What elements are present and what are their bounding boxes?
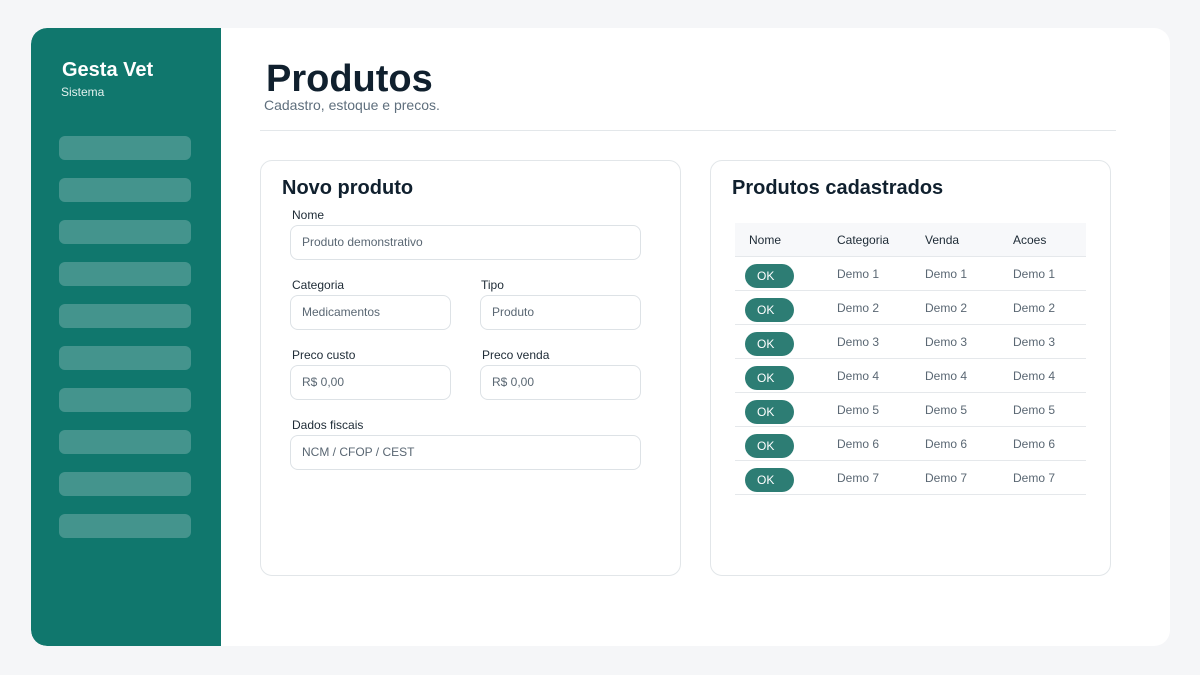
- table-row: OK Demo 6 Demo 6 Demo 6: [735, 427, 1086, 461]
- cell-categoria: Demo 7: [837, 471, 880, 485]
- sidebar-item-7[interactable]: [59, 388, 191, 412]
- cell-acoes: Demo 1: [1013, 267, 1056, 281]
- categoria-label: Categoria: [292, 278, 345, 292]
- cell-acoes: Demo 7: [1013, 471, 1056, 485]
- app-window: Gesta Vet Sistema Produtos Cadastro, est…: [31, 28, 1170, 646]
- table-row: OK Demo 1 Demo 1 Demo 1: [735, 257, 1086, 291]
- cell-acoes: Demo 6: [1013, 437, 1056, 451]
- table-body: OK Demo 1 Demo 1 Demo 1 OK Demo 2 Demo 2 Demo 2…: [735, 257, 1086, 495]
- ok-button[interactable]: OK: [745, 366, 794, 390]
- products-list-card: Produtos cadastrados Nome Categoria Vend…: [710, 160, 1111, 576]
- sidebar-item-8[interactable]: [59, 430, 191, 454]
- table-row: OK Demo 7 Demo 7 Demo 7: [735, 461, 1086, 495]
- brand-subtitle: Sistema: [61, 85, 105, 99]
- cell-venda: Demo 7: [925, 471, 968, 485]
- tipo-input[interactable]: Produto: [480, 295, 641, 330]
- cell-venda: Demo 5: [925, 403, 968, 417]
- cell-categoria: Demo 4: [837, 369, 880, 383]
- preco-venda-input[interactable]: R$ 0,00: [480, 365, 641, 400]
- preco-venda-label: Preco venda: [482, 348, 550, 362]
- ok-button[interactable]: OK: [745, 400, 794, 424]
- nome-input[interactable]: Produto demonstrativo: [290, 225, 641, 260]
- column-header-categoria: Categoria: [837, 233, 890, 247]
- cell-acoes: Demo 3: [1013, 335, 1056, 349]
- products-table: Nome Categoria Venda Acoes OK Demo 1 Demo …: [735, 223, 1086, 495]
- cell-venda: Demo 4: [925, 369, 968, 383]
- brand-title: Gesta Vet: [62, 59, 154, 81]
- cell-categoria: Demo 1: [837, 267, 880, 281]
- column-header-venda: Venda: [925, 233, 960, 247]
- dados-fiscais-label: Dados fiscais: [292, 418, 364, 432]
- column-header-nome: Nome: [749, 233, 782, 247]
- sidebar: Gesta Vet Sistema: [31, 28, 221, 646]
- cell-categoria: Demo 6: [837, 437, 880, 451]
- sidebar-item-5[interactable]: [59, 304, 191, 328]
- page-title: Produtos: [266, 58, 433, 100]
- ok-button[interactable]: OK: [745, 468, 794, 492]
- cell-venda: Demo 6: [925, 437, 968, 451]
- table-header: Nome Categoria Venda Acoes: [735, 223, 1086, 257]
- page-subtitle: Cadastro, estoque e precos.: [264, 97, 440, 113]
- preco-custo-label: Preco custo: [292, 348, 356, 362]
- sidebar-item-9[interactable]: [59, 472, 191, 496]
- cell-categoria: Demo 3: [837, 335, 880, 349]
- categoria-input[interactable]: Medicamentos: [290, 295, 451, 330]
- sidebar-item-6[interactable]: [59, 346, 191, 370]
- cell-acoes: Demo 5: [1013, 403, 1056, 417]
- sidebar-item-3[interactable]: [59, 220, 191, 244]
- cell-venda: Demo 1: [925, 267, 968, 281]
- table-row: OK Demo 2 Demo 2 Demo 2: [735, 291, 1086, 325]
- preco-custo-input[interactable]: R$ 0,00: [290, 365, 451, 400]
- column-header-acoes: Acoes: [1013, 233, 1047, 247]
- cell-acoes: Demo 4: [1013, 369, 1056, 383]
- cell-venda: Demo 3: [925, 335, 968, 349]
- table-row: OK Demo 4 Demo 4 Demo 4: [735, 359, 1086, 393]
- tipo-label: Tipo: [481, 278, 504, 292]
- ok-button[interactable]: OK: [745, 332, 794, 356]
- nome-label: Nome: [292, 208, 325, 222]
- sidebar-item-2[interactable]: [59, 178, 191, 202]
- new-product-card: Novo produto Nome Produto demonstrativo …: [260, 160, 681, 576]
- sidebar-item-1[interactable]: [59, 136, 191, 160]
- sidebar-item-4[interactable]: [59, 262, 191, 286]
- ok-button[interactable]: OK: [745, 264, 794, 288]
- cell-venda: Demo 2: [925, 301, 968, 315]
- table-row: OK Demo 5 Demo 5 Demo 5: [735, 393, 1086, 427]
- form-title: Novo produto: [282, 177, 414, 199]
- cell-acoes: Demo 2: [1013, 301, 1056, 315]
- ok-button[interactable]: OK: [745, 298, 794, 322]
- dados-fiscais-input[interactable]: NCM / CFOP / CEST: [290, 435, 641, 470]
- header-divider: [260, 130, 1116, 131]
- cell-categoria: Demo 2: [837, 301, 880, 315]
- list-title: Produtos cadastrados: [732, 177, 944, 199]
- sidebar-item-10[interactable]: [59, 514, 191, 538]
- cell-categoria: Demo 5: [837, 403, 880, 417]
- ok-button[interactable]: OK: [745, 434, 794, 458]
- table-row: OK Demo 3 Demo 3 Demo 3: [735, 325, 1086, 359]
